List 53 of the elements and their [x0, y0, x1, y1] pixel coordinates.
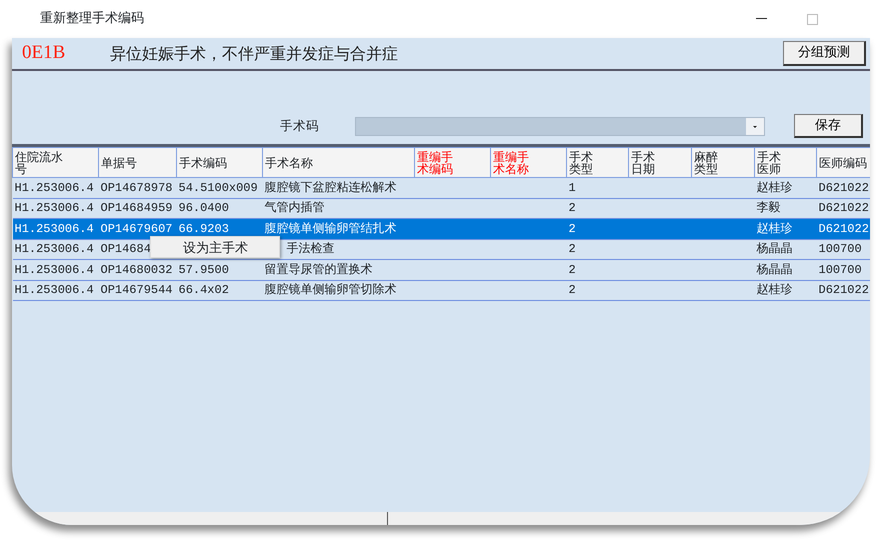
table-cell: 100700 [818, 262, 862, 277]
table-cell: 54.5100x009 [178, 180, 258, 195]
table-cell: H1.253006.4 [14, 201, 94, 216]
menu-item[interactable]: 设为主手术 [151, 237, 279, 258]
table-cell: 李毅 [756, 201, 780, 216]
table-cell: OP14679607 [100, 222, 173, 236]
table-cell: 96.0400 [178, 201, 229, 216]
field-label: 手术码 [280, 116, 320, 135]
maximize-icon[interactable] [807, 14, 818, 24]
table-cell: 2 [568, 242, 576, 256]
table-cell: 气管内插管 [264, 201, 324, 216]
column-header[interactable]: 单据号 [101, 156, 137, 168]
window-title: 重新整理手术编码 [40, 10, 144, 28]
table-cell: OP14680032 [100, 262, 173, 277]
table-cell: OP14684 [100, 242, 151, 256]
table-cell: 赵桂珍 [756, 180, 792, 195]
table-cell: 100700 [818, 242, 862, 256]
table-cell: H1.253006.4 [14, 242, 94, 256]
table-cell: 腹腔镜单侧输卵管结扎术 [264, 222, 396, 236]
table-cell: 杨晶晶 [756, 242, 792, 256]
table-cell: H1.253006.4 [14, 180, 94, 195]
minimize-icon[interactable] [756, 18, 767, 20]
table-cell: 腹腔镜单侧输卵管切除术 [264, 283, 396, 298]
save-button[interactable]: 保存 [794, 114, 863, 138]
table-cell: D621022 [818, 201, 869, 216]
table-cell: OP14679544 [100, 283, 173, 298]
table-cell: D621022 [818, 180, 869, 195]
table-cell: H1.253006.4 [14, 262, 94, 277]
table-cell: 2 [568, 222, 576, 236]
table-cell: OP14684959 [100, 201, 173, 216]
predict-button[interactable]: 分组预测 [783, 41, 866, 66]
surgery-code-dropdown[interactable] [355, 116, 765, 136]
table-cell: 57.9500 [178, 262, 229, 277]
table-cell: 留置导尿管的置换术 [264, 262, 372, 277]
table-cell: H1.253006.4 [14, 283, 94, 298]
group-code: 0E1B [22, 41, 66, 66]
table-cell: 赵桂珍 [756, 222, 792, 236]
table-cell: 1 [568, 180, 576, 195]
column-header[interactable]: 手术名称 [265, 156, 313, 168]
table-cell: 赵桂珍 [756, 283, 792, 298]
table-cell: 2 [568, 262, 576, 277]
table-cell: 手法检查 [286, 242, 334, 256]
table-cell: H1.253006.4 [14, 222, 94, 236]
table-cell: 66.4x02 [178, 283, 229, 298]
table-cell: 2 [568, 283, 576, 298]
table-cell: 2 [568, 201, 576, 216]
table-cell: D621022 [818, 222, 869, 236]
table-cell: D621022 [818, 283, 869, 298]
table-cell: 杨晶晶 [756, 262, 792, 277]
table-cell: OP14678978 [100, 180, 173, 195]
table-cell: 腹腔镜下盆腔粘连松解术 [264, 180, 396, 195]
table-cell: 66.9203 [178, 222, 229, 236]
group-name: 异位妊娠手术，不伴严重并发症与合并症 [110, 42, 398, 64]
